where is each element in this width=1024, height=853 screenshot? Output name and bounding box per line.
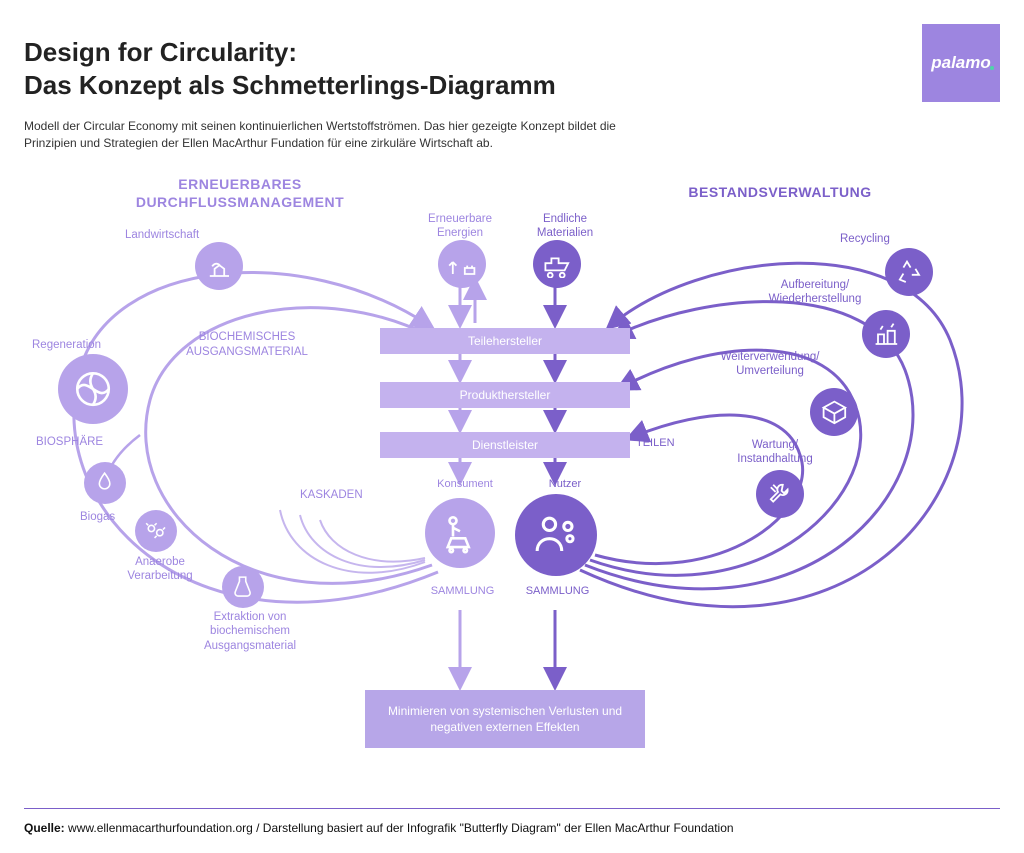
footer-source: Quelle: www.ellenmacarthurfoundation.org… — [24, 821, 734, 835]
user-icon — [515, 494, 597, 576]
brand-logo: palamo — [922, 24, 1000, 102]
footer-divider — [24, 808, 1000, 809]
extraction-label: Extraktion von biochemischem Ausgangsmat… — [185, 610, 315, 653]
brand-text: palamo — [931, 53, 991, 73]
anaerobic-label: Anaerobe Verarbeitung — [115, 555, 205, 584]
recycling-label: Recycling — [840, 232, 890, 246]
biochem-feedstock-label: BIOCHEMISCHES AUSGANGSMATERIAL — [172, 330, 322, 360]
title-line1: Design for Circularity: — [24, 37, 297, 67]
finite-materials-icon — [533, 240, 581, 288]
minimize-losses-box: Minimieren von systemischen Verlusten un… — [365, 690, 645, 748]
stage-product-manufacturer: Produkthersteller — [380, 382, 630, 408]
consumer-collection-label: SAMMLUNG — [425, 585, 500, 597]
footer-text: www.ellenmacarthurfoundation.org / Darst… — [65, 821, 734, 835]
consumer-icon — [425, 498, 495, 568]
biogas-label: Biogas — [80, 510, 115, 524]
biogas-icon — [84, 462, 126, 504]
user-label: Nutzer — [535, 478, 595, 490]
agriculture-icon — [195, 242, 243, 290]
page-title: Design for Circularity: Das Konzept als … — [24, 36, 556, 101]
refurbish-icon — [862, 310, 910, 358]
share-label: TEILEN — [636, 437, 675, 449]
refurbish-label: Aufbereitung/ Wiederherstellung — [750, 278, 880, 307]
maintain-icon — [756, 470, 804, 518]
regeneration-label: Regeneration — [32, 338, 101, 352]
maintain-label: Wartung/ Instandhaltung — [720, 438, 830, 467]
section-left-label: ERNEUERBARES DURCHFLUSSMANAGEMENT — [130, 176, 350, 211]
butterfly-diagram: ERNEUERBARES DURCHFLUSSMANAGEMENT BESTAN… — [0, 170, 1024, 775]
agriculture-label: Landwirtschaft — [125, 228, 199, 242]
biosphere-label: BIOSPHÄRE — [36, 435, 103, 449]
section-right-label: BESTANDSVERWALTUNG — [680, 184, 880, 202]
redistribute-icon — [810, 388, 858, 436]
finite-materials-label: Endliche Materialien — [520, 212, 610, 241]
stage-service-provider: Dienstleister — [380, 432, 630, 458]
user-collection-label: SAMMLUNG — [520, 585, 595, 597]
renewable-energy-icon — [438, 240, 486, 288]
stage-parts-manufacturer: Teilehersteller — [380, 328, 630, 354]
consumer-label: Konsument — [430, 478, 500, 490]
title-line2: Das Konzept als Schmetterlings-Diagramm — [24, 70, 556, 100]
redistribute-label: Weiterverwendung/ Umverteilung — [700, 350, 840, 379]
flow-arcs — [0, 170, 1024, 775]
page-subtitle: Modell der Circular Economy mit seinen k… — [24, 118, 644, 153]
recycling-icon — [885, 248, 933, 296]
anaerobic-icon — [135, 510, 177, 552]
regeneration-icon — [58, 354, 128, 424]
footer-label: Quelle: — [24, 821, 65, 835]
renewable-energy-label: Erneuerbare Energien — [415, 212, 505, 241]
extraction-icon — [222, 566, 264, 608]
cascades-label: KASKADEN — [300, 488, 363, 502]
